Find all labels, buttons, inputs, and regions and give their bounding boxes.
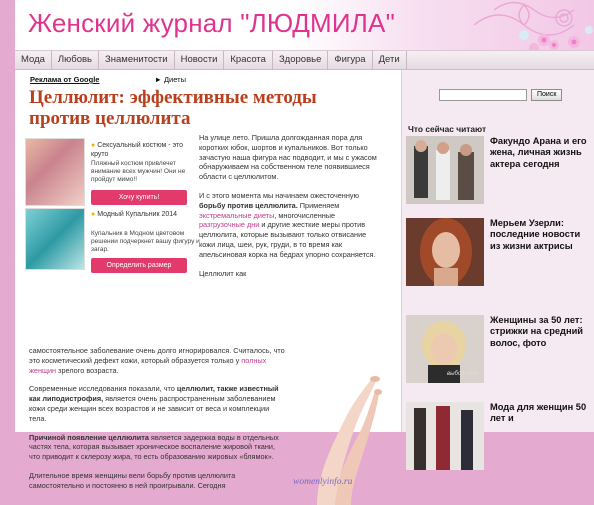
article-thumbnail[interactable] <box>406 402 484 470</box>
ad-swimsuit2-image[interactable] <box>25 208 85 270</box>
popular-item[interactable]: Факундо Арана и его жена, личная жизнь а… <box>406 136 592 208</box>
article-lede: На улице лето. Пришла долгожданная пора … <box>199 133 383 287</box>
site-header: Женский журнал "ЛЮДМИЛА" <box>15 0 594 50</box>
nav-item-beauty[interactable]: Красота <box>224 51 273 69</box>
ads-row: Реклама от Google ► Диеты <box>30 75 186 84</box>
popular-item-title[interactable]: Мода для женщин 50 лет и <box>490 402 590 425</box>
nav-item-fashion[interactable]: Мода <box>15 51 52 69</box>
ad1-title[interactable]: Сексуальный костюм - это круто <box>91 141 201 159</box>
article-column: Реклама от Google ► Диеты Целлюлит: эффе… <box>15 70 397 505</box>
ad1-text: Пляжный костюм привлечет внимание всех м… <box>91 160 186 183</box>
paragraph: Длительное время женщины вели борьбу про… <box>29 470 236 490</box>
ad2-size-button[interactable]: Определить размер <box>91 258 187 273</box>
sidebar: Поиск Что сейчас читают Факундо Арана и … <box>401 70 594 470</box>
nav-item-love[interactable]: Любовь <box>52 51 100 69</box>
decorative-flowers-icon <box>473 1 593 50</box>
search-form: Поиск <box>439 89 563 101</box>
popular-item[interactable]: Мерьем Узерли: последние новости из жизн… <box>406 218 592 290</box>
popular-item-title[interactable]: Мерьем Узерли: последние новости из жизн… <box>490 218 590 252</box>
search-button[interactable]: Поиск <box>531 89 563 101</box>
site-title[interactable]: Женский журнал "ЛЮДМИЛА" <box>28 8 395 39</box>
paragraph: Причиной появление целлюлита является за… <box>29 432 279 462</box>
paragraph: На улице лето. Пришла долгожданная пора … <box>199 133 377 182</box>
article-body: самостоятельное заболевание очень долго … <box>29 346 285 500</box>
main-nav: Мода Любовь Знаменитости Новости Красота… <box>15 50 594 70</box>
paragraph: Современные исследования показали, что ц… <box>29 384 279 423</box>
nav-item-celebrities[interactable]: Знаменитости <box>99 51 175 69</box>
diets-link[interactable]: ► Диеты <box>154 75 186 84</box>
paragraph: И с этого момента мы начинаем ожесточенн… <box>199 190 376 259</box>
popular-item-title[interactable]: Женщины за 50 лет: стрижки на средний во… <box>490 315 590 349</box>
popular-item[interactable]: Мода для женщин 50 лет и <box>406 402 592 474</box>
nav-item-kids[interactable]: Дети <box>373 51 407 69</box>
page: Женский журнал "ЛЮДМИЛА" Мода Любовь Зна… <box>15 0 594 505</box>
thumbnail-watermark: выбор шоп <box>447 371 478 377</box>
ad-swimsuit-image[interactable] <box>25 138 85 206</box>
article-title: Целлюлит: эффективные методы против целл… <box>29 87 317 129</box>
paragraph: самостоятельное заболевание очень долго … <box>29 346 285 375</box>
paragraph: Целлюлит как <box>199 268 247 278</box>
popular-item-title[interactable]: Факундо Арана и его жена, личная жизнь а… <box>490 136 590 170</box>
nav-item-figure[interactable]: Фигура <box>328 51 373 69</box>
image-caption: womenlyinfo.ru <box>293 477 353 487</box>
nav-item-health[interactable]: Здоровье <box>273 51 329 69</box>
article-thumbnail[interactable] <box>406 136 484 204</box>
google-ads-link[interactable]: Реклама от Google <box>30 75 99 84</box>
unloading-days-link[interactable]: разгрузочные дни <box>199 220 259 229</box>
search-input[interactable] <box>439 89 527 101</box>
popular-heading: Что сейчас читают <box>408 124 487 134</box>
nav-item-news[interactable]: Новости <box>175 51 225 69</box>
article-thumbnail[interactable] <box>406 218 484 286</box>
ad2-text: Купальник в Модном цветовом решении подч… <box>91 230 200 253</box>
popular-item[interactable]: выбор шоп Женщины за 50 лет: стрижки на … <box>406 315 592 387</box>
ad2-title[interactable]: Модный Купальник 2014 <box>91 210 201 219</box>
ad1-buy-button[interactable]: Хочу купить! <box>91 190 187 205</box>
ad-block: Сексуальный костюм - это круто Пляжный к… <box>25 138 203 348</box>
extreme-diets-link[interactable]: экстремальные диеты <box>199 211 274 220</box>
